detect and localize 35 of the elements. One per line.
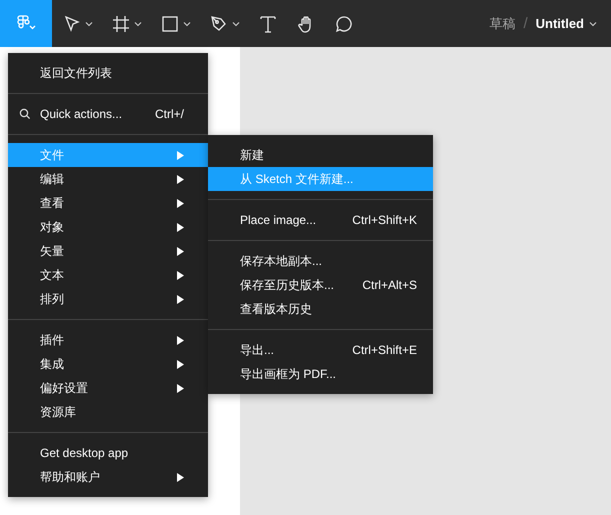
- menu-item[interactable]: Quick actions... Ctrl+/: [8, 102, 208, 126]
- menu-item[interactable]: Place image... Ctrl+Shift+K: [208, 208, 433, 232]
- letter-t-icon: [258, 14, 278, 34]
- menu-item[interactable]: Get desktop app: [8, 441, 208, 465]
- caret-icon: [183, 20, 191, 26]
- menu-item[interactable]: 排列: [8, 287, 208, 311]
- menu-item[interactable]: 返回文件列表: [8, 61, 208, 85]
- menu-item[interactable]: 查看: [8, 191, 208, 215]
- file-name-button[interactable]: Untitled: [536, 16, 611, 31]
- menu-item[interactable]: 偏好设置: [8, 376, 208, 400]
- caret-icon: [589, 20, 597, 26]
- hash-icon: [111, 14, 131, 34]
- menu-item[interactable]: 导出... Ctrl+Shift+E: [208, 338, 433, 362]
- folder-name[interactable]: 草稿: [489, 14, 516, 32]
- menu-item[interactable]: 资源库: [8, 400, 208, 424]
- caret-icon: [232, 20, 240, 26]
- cursor-icon: [62, 14, 82, 34]
- menu-item[interactable]: 集成: [8, 352, 208, 376]
- menu-item[interactable]: 对象: [8, 215, 208, 239]
- caret-icon: [85, 20, 93, 26]
- menu-item[interactable]: 矢量: [8, 239, 208, 263]
- menu-item[interactable]: 保存本地副本...: [208, 249, 433, 273]
- menu-item[interactable]: 帮助和账户: [8, 465, 208, 489]
- menu-item[interactable]: 插件: [8, 328, 208, 352]
- caret-icon: [134, 20, 142, 26]
- breadcrumb-separator: /: [523, 15, 528, 32]
- menu-item[interactable]: 导出画框为 PDF...: [208, 362, 433, 386]
- menu-item[interactable]: 编辑: [8, 167, 208, 191]
- search-icon: [19, 108, 31, 120]
- menu-item[interactable]: 文本: [8, 263, 208, 287]
- square-icon: [160, 14, 180, 34]
- menu-item[interactable]: 新建: [208, 143, 433, 167]
- speech-bubble-icon: [334, 14, 354, 34]
- menu-item[interactable]: 查看版本历史: [208, 297, 433, 321]
- menu-item[interactable]: 保存至历史版本... Ctrl+Alt+S: [208, 273, 433, 297]
